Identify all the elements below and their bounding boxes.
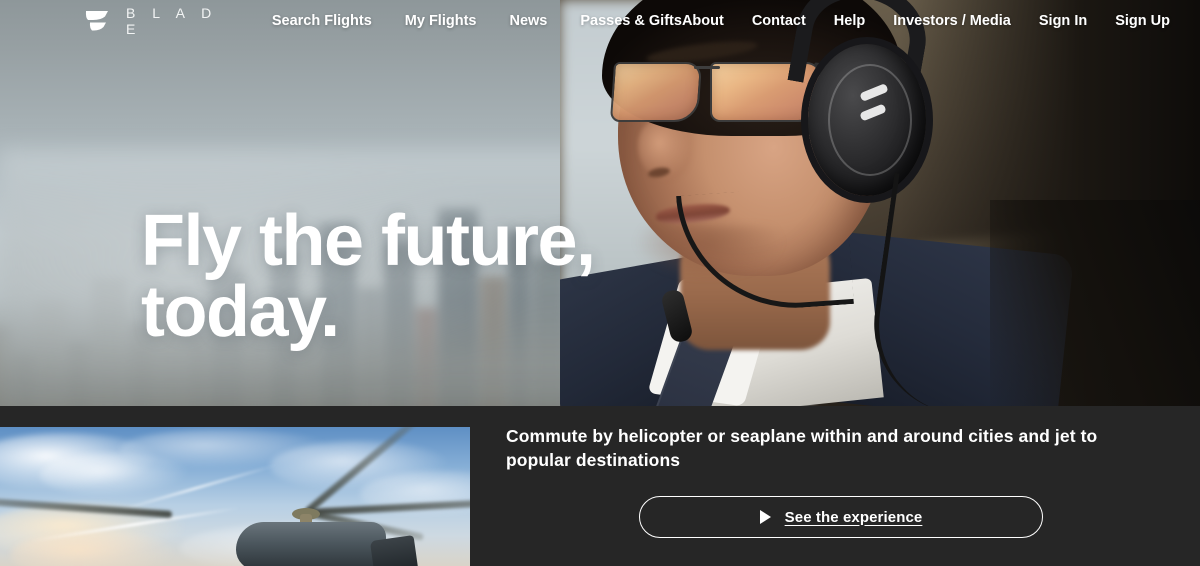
pilot-photo — [560, 0, 1200, 406]
brand-wordmark: B L A D E — [126, 5, 218, 37]
nav-sign-up[interactable]: Sign Up — [1115, 13, 1170, 29]
nav-about[interactable]: About — [682, 13, 724, 29]
nav-investors-media[interactable]: Investors / Media — [893, 13, 1011, 29]
see-the-experience-label: See the experience — [784, 508, 923, 526]
nav-search-flights[interactable]: Search Flights — [272, 13, 372, 29]
nav-help[interactable]: Help — [834, 13, 865, 29]
nav-my-flights[interactable]: My Flights — [405, 13, 477, 29]
nav-sign-in[interactable]: Sign In — [1039, 13, 1087, 29]
helicopter-photo — [0, 427, 470, 566]
site-header: B L A D E Search Flights My Flights News… — [0, 0, 1200, 42]
nav-contact[interactable]: Contact — [752, 13, 806, 29]
brand-logo[interactable]: B L A D E — [84, 5, 240, 37]
promo-description: Commute by helicopter or seaplane within… — [506, 426, 1098, 470]
page-root: Fly the future, today. B L A D E Search … — [0, 0, 1200, 566]
secondary-nav: About Contact Help Investors / Media Sig… — [682, 13, 1170, 29]
play-icon — [759, 510, 771, 524]
see-the-experience-button[interactable]: See the experience — [639, 496, 1043, 538]
primary-nav: Search Flights My Flights News Passes & … — [272, 13, 682, 29]
hero-headline: Fly the future, today. — [141, 201, 596, 352]
see-experience-container: See the experience — [639, 496, 1043, 538]
nav-news[interactable]: News — [509, 13, 547, 29]
hero-section: Fly the future, today. — [0, 0, 1200, 406]
blade-wing-icon — [84, 9, 110, 33]
nav-passes-gifts[interactable]: Passes & Gifts — [580, 13, 682, 29]
